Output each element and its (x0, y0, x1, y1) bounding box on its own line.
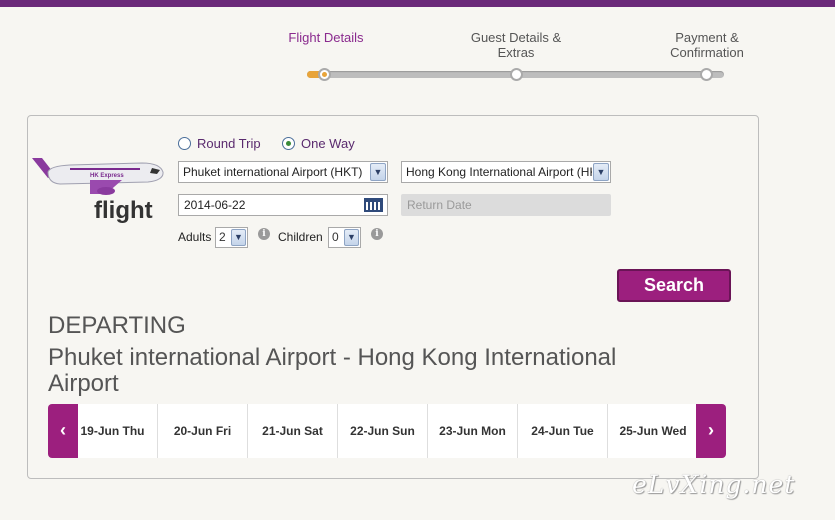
route-title: Phuket international Airport - Hong Kong… (48, 344, 617, 397)
date-option[interactable]: 21-Jun Sat (248, 404, 338, 458)
from-airport-value: Phuket international Airport (HKT) (183, 165, 363, 179)
chevron-down-icon: ▼ (593, 163, 609, 181)
adults-value: 2 (219, 230, 226, 244)
progress-dot-1 (318, 68, 331, 81)
round-trip-label: Round Trip (197, 136, 261, 151)
step-guest-details: Guest Details & Extras (470, 30, 562, 60)
step-payment: Payment & Confirmation (670, 30, 744, 60)
return-date-input[interactable]: Return Date (401, 194, 611, 216)
chevron-down-icon: ▼ (370, 163, 386, 181)
calendar-icon[interactable] (364, 198, 383, 212)
progress-dot-2 (510, 68, 523, 81)
to-airport-select[interactable]: Hong Kong International Airport (HKG) ▼ (401, 161, 611, 183)
radio-circle (178, 137, 191, 150)
watermark: eLvXing.net (632, 470, 796, 499)
date-option[interactable]: 24-Jun Tue (518, 404, 608, 458)
info-icon[interactable]: i (371, 228, 383, 240)
info-icon[interactable]: i (258, 228, 270, 240)
departing-heading: DEPARTING (48, 312, 186, 339)
round-trip-radio[interactable]: Round Trip (178, 136, 261, 151)
date-option[interactable]: 23-Jun Mon (428, 404, 518, 458)
depart-date-value: 2014-06-22 (184, 198, 246, 212)
to-airport-value: Hong Kong International Airport (HKG) (406, 165, 592, 179)
one-way-radio[interactable]: One Way (282, 136, 355, 151)
step-flight-details[interactable]: Flight Details (270, 30, 382, 45)
search-button[interactable]: Search (617, 269, 731, 302)
flight-caption: flight (94, 197, 153, 224)
airline-mark: HK Express (90, 173, 124, 179)
airplane-logo-icon: HK Express (32, 158, 164, 195)
children-label: Children (278, 230, 323, 244)
children-value: 0 (332, 230, 339, 244)
prev-dates-button[interactable]: ‹ (48, 404, 78, 458)
date-option[interactable]: 25-Jun Wed (608, 404, 698, 458)
date-option[interactable]: 19-Jun Thu (68, 404, 158, 458)
progress-dot-3 (700, 68, 713, 81)
date-option[interactable]: 20-Jun Fri (158, 404, 248, 458)
next-dates-button[interactable]: › (696, 404, 726, 458)
from-airport-select[interactable]: Phuket international Airport (HKT) ▼ (178, 161, 388, 183)
children-select[interactable]: 0 ▼ (328, 227, 361, 248)
adults-label: Adults (178, 230, 212, 244)
chevron-down-icon: ▼ (231, 229, 246, 246)
date-option[interactable]: 22-Jun Sun (338, 404, 428, 458)
top-bar (0, 0, 835, 7)
depart-date-input[interactable]: 2014-06-22 (178, 194, 388, 216)
radio-circle-selected (282, 137, 295, 150)
chevron-down-icon: ▼ (344, 229, 359, 246)
adults-select[interactable]: 2 ▼ (215, 227, 248, 248)
one-way-label: One Way (301, 136, 355, 151)
